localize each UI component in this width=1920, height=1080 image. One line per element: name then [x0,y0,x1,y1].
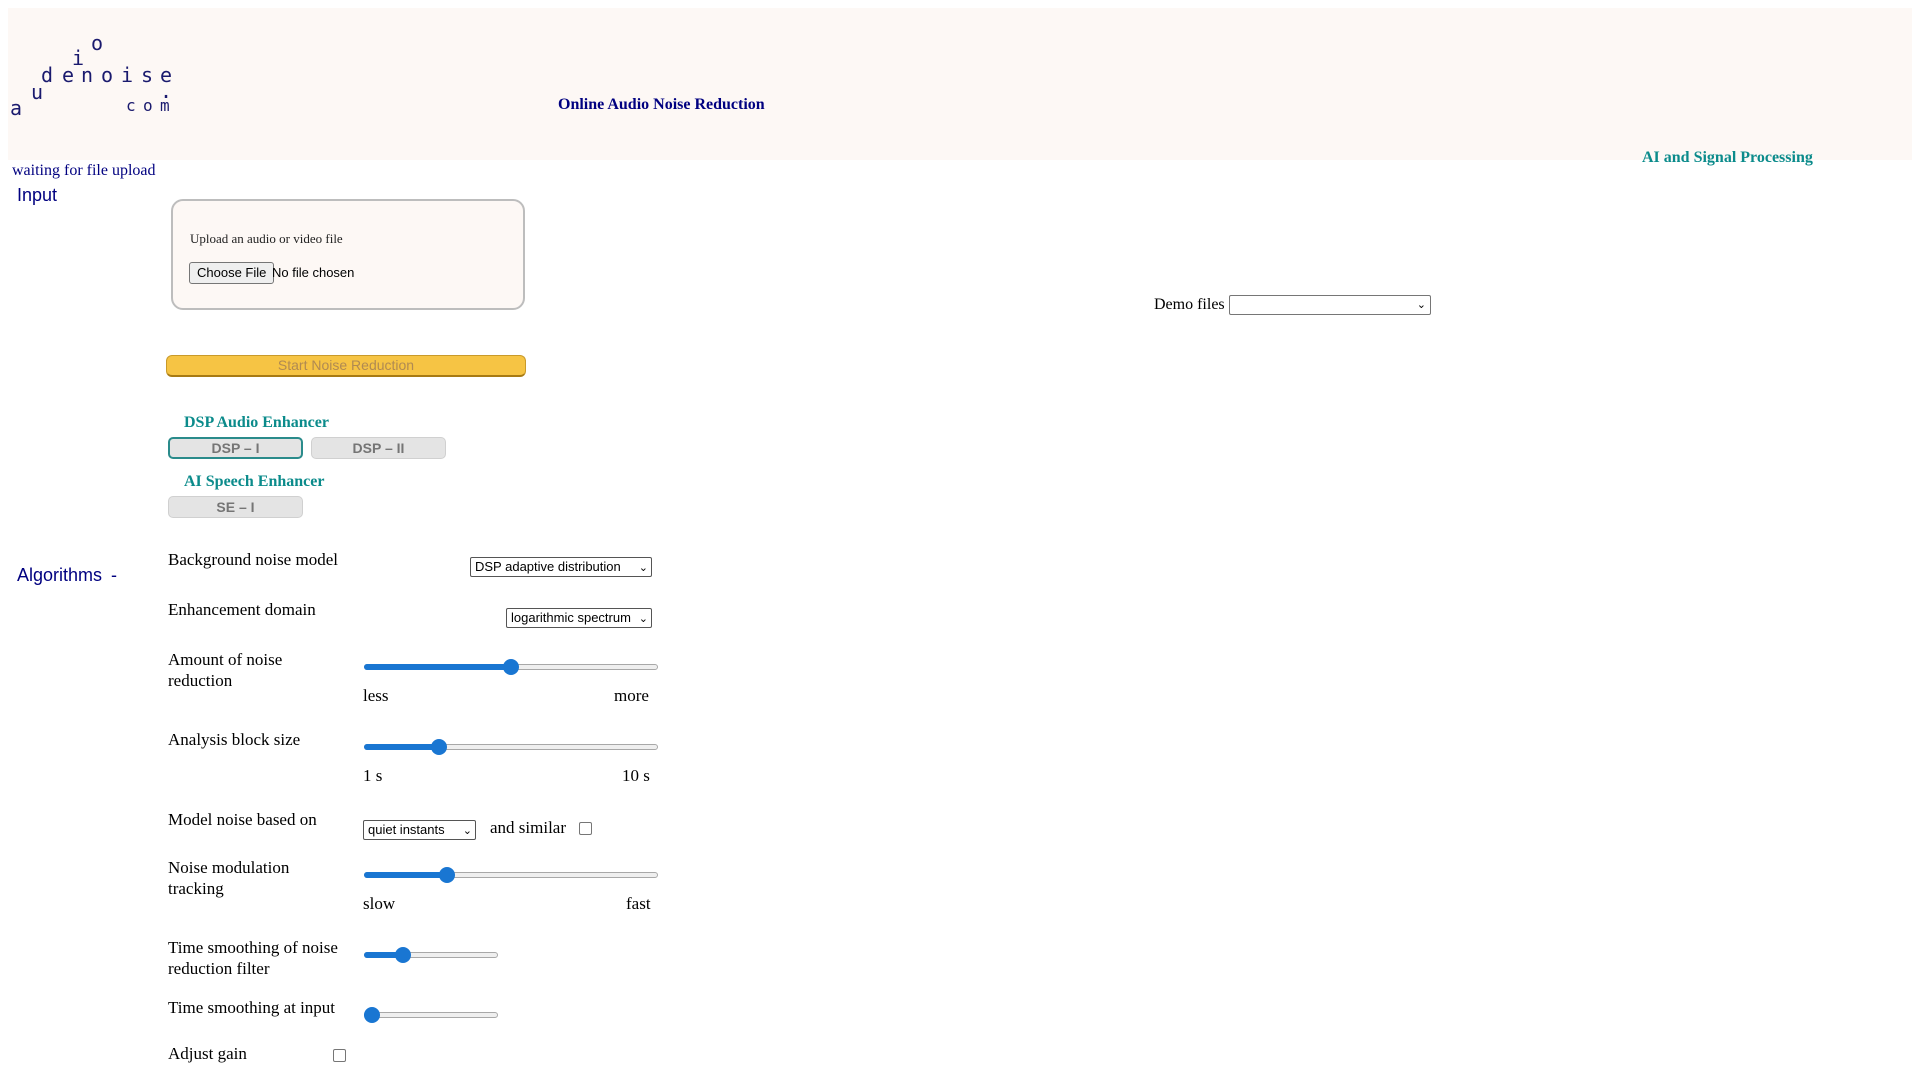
site-logo[interactable]: a u d i o e n o i s e . c o m [8,8,178,128]
input-section-label: Input [17,185,58,205]
noise-reduction-amount-label: Amount of noise reduction [168,649,282,691]
noise-reduction-amount-slider[interactable] [364,659,658,675]
logo-char: o [91,31,104,55]
chevron-down-icon: ⌄ [1416,298,1426,311]
logo-char: s [141,63,154,87]
slider-max-label: fast [626,894,651,913]
logo-char: o [101,63,114,87]
slider-thumb[interactable] [394,947,411,963]
slider-fill [364,664,511,670]
model-noise-value: quiet instants [368,822,445,837]
and-similar-label: and similar [490,818,567,837]
time-smoothing-input-label: Time smoothing at input [168,998,336,1017]
chevron-down-icon: ⌄ [462,824,472,837]
logo-char: c [126,96,136,115]
label-line: reduction filter [168,959,270,978]
logo-char: d [41,63,54,87]
logo-char: n [81,63,94,87]
slider-min-label: slow [363,894,396,913]
algorithms-label: Algorithms [17,565,103,585]
time-smoothing-filter-label: Time smoothing of noise reduction filter [168,937,338,979]
logo-char: m [160,96,170,115]
enhancement-domain-select[interactable]: logarithmic spectrum ⌄ [506,608,652,628]
logo-char: o [143,96,153,115]
upload-panel: Upload an audio or video file Choose Fil… [171,199,525,310]
enhancement-domain-label: Enhancement domain [168,600,316,619]
algorithms-section-label[interactable]: Algorithms - [17,565,117,586]
slider-thumb[interactable] [364,1007,380,1023]
logo-char: e [62,63,75,87]
slider-min-label: less [363,686,389,705]
background-noise-model-select[interactable]: DSP adaptive distribution ⌄ [470,557,652,577]
start-noise-reduction-button[interactable]: Start Noise Reduction [166,355,526,377]
label-line: reduction [168,671,233,690]
upload-label: Upload an audio or video file [190,231,343,246]
demo-files-select[interactable]: ⌄ [1229,295,1431,315]
slider-max-label: more [614,686,649,705]
slider-thumb[interactable] [439,867,456,883]
background-noise-model-value: DSP adaptive distribution [475,559,621,574]
background-noise-model-label: Background noise model [168,550,338,569]
dsp-2-button[interactable]: DSP – II [311,437,446,459]
logo-char: i [121,63,134,87]
label-line: Noise modulation [168,858,290,877]
time-smoothing-input-slider[interactable] [364,1007,498,1023]
model-noise-select[interactable]: quiet instants ⌄ [363,820,476,840]
enhancement-domain-value: logarithmic spectrum [511,610,631,625]
slider-thumb[interactable] [503,659,519,675]
slider-fill [364,744,439,750]
logo-char: a [10,96,23,120]
site-header: a u d i o e n o i s e . c o m Online Aud… [8,8,1912,166]
time-smoothing-filter-slider[interactable] [364,947,498,963]
adjust-gain-label: Adjust gain [168,1044,247,1063]
site-tagline: AI and Signal Processing [1642,149,1813,166]
status-text: waiting for file upload [12,162,156,179]
noise-modulation-label: Noise modulation tracking [168,857,289,899]
dsp-1-button[interactable]: DSP – I [168,437,303,459]
site-title: Online Audio Noise Reduction [558,96,765,113]
demo-files-label: Demo files [1154,296,1225,313]
slider-max-label: 10 s [622,766,650,785]
noise-modulation-slider[interactable] [364,867,658,883]
adjust-gain-checkbox[interactable] [333,1049,346,1062]
and-similar-checkbox[interactable] [579,822,592,835]
dsp-group-title: DSP Audio Enhancer [184,414,329,431]
collapse-icon: - [111,565,118,585]
analysis-block-size-slider[interactable] [364,739,658,755]
slider-min-label: 1 s [363,766,383,785]
model-noise-label: Model noise based on [168,810,317,829]
file-status: No file chosen [272,265,355,280]
chevron-down-icon: ⌄ [638,561,648,574]
se-1-button[interactable]: SE – I [168,496,303,518]
analysis-block-size-label: Analysis block size [168,730,301,749]
ai-group-title: AI Speech Enhancer [184,473,325,490]
label-line: Time smoothing of noise [168,938,338,957]
label-line: tracking [168,879,224,898]
slider-track [364,1012,498,1018]
chevron-down-icon: ⌄ [638,612,648,625]
choose-file-button[interactable]: Choose File [189,262,275,284]
label-line: Amount of noise [168,650,283,669]
slider-thumb[interactable] [430,739,447,755]
slider-fill [364,872,448,878]
